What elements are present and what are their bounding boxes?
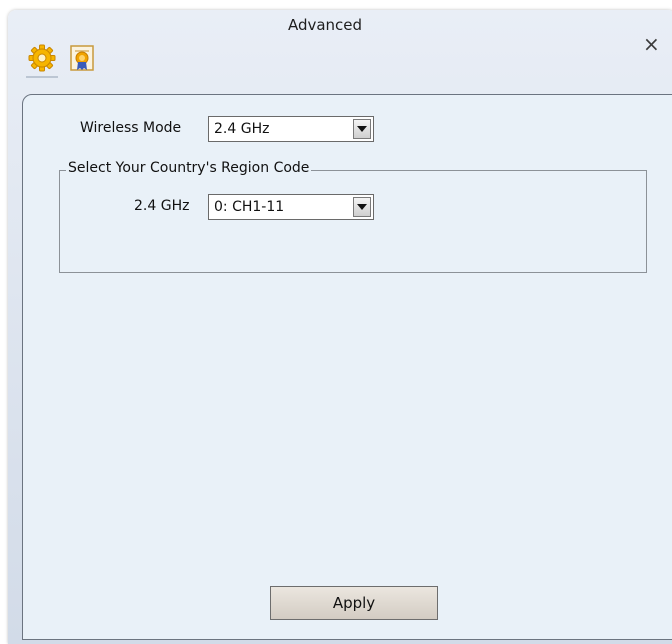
wireless-mode-value: 2.4 GHz	[214, 121, 270, 137]
region-code-group	[59, 170, 647, 273]
chevron-down-icon[interactable]	[353, 119, 371, 139]
certificate-icon	[70, 45, 94, 71]
tab-about[interactable]	[66, 40, 98, 76]
chevron-down-icon[interactable]	[353, 197, 371, 217]
wireless-mode-select[interactable]: 2.4 GHz	[208, 116, 374, 142]
wireless-mode-label: Wireless Mode	[80, 120, 182, 136]
window-title: Advanced	[287, 16, 363, 34]
gear-icon	[28, 44, 56, 72]
apply-button[interactable]: Apply	[270, 586, 438, 620]
close-button[interactable]: ×	[643, 34, 660, 54]
region-code-select[interactable]: 0: CH1-11	[208, 194, 374, 220]
region-code-legend: Select Your Country's Region Code	[66, 160, 312, 176]
tab-settings[interactable]	[26, 40, 58, 78]
band-24ghz-label: 2.4 GHz	[134, 198, 190, 214]
region-code-value: 0: CH1-11	[214, 199, 285, 215]
